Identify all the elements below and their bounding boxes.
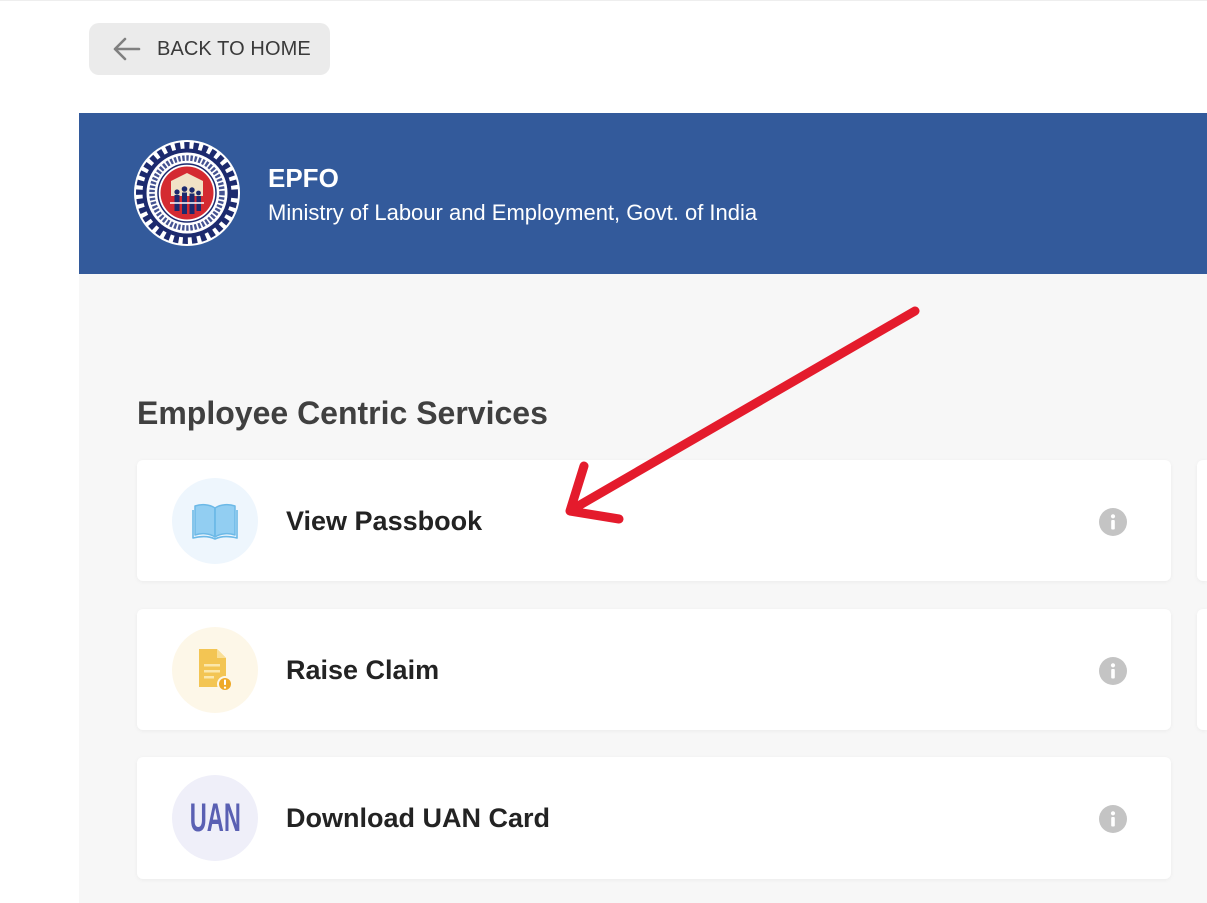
- service-card-download-uan-card[interactable]: UAN Download UAN Card: [137, 757, 1171, 879]
- epfo-logo: [134, 140, 240, 246]
- service-card-title: View Passbook: [286, 505, 483, 536]
- partial-service-card[interactable]: [1197, 609, 1207, 730]
- info-icon[interactable]: [1099, 508, 1127, 536]
- section-title: Employee Centric Services: [137, 395, 548, 431]
- service-card-title: Download UAN Card: [286, 803, 551, 833]
- info-icon[interactable]: [1099, 805, 1127, 833]
- claim-document-icon: [172, 627, 258, 713]
- service-card-title: Raise Claim: [286, 654, 440, 685]
- org-name: EPFO: [268, 163, 339, 193]
- service-card-view-passbook[interactable]: View Passbook: [137, 460, 1171, 581]
- partial-service-card[interactable]: [1197, 460, 1207, 581]
- page-header: EPFO Ministry of Labour and Employment, …: [79, 113, 1207, 274]
- top-divider: [0, 0, 1207, 1]
- uan-icon-text: UAN: [189, 796, 241, 840]
- arrow-left-icon: [113, 37, 141, 61]
- uan-card-icon: UAN: [172, 775, 258, 861]
- org-subtitle: Ministry of Labour and Employment, Govt.…: [268, 200, 758, 225]
- book-icon: [172, 478, 258, 564]
- info-icon[interactable]: [1099, 657, 1127, 685]
- back-to-home-label: BACK TO HOME: [157, 38, 311, 60]
- service-card-raise-claim[interactable]: Raise Claim: [137, 609, 1171, 730]
- back-to-home-button[interactable]: BACK TO HOME: [89, 23, 330, 75]
